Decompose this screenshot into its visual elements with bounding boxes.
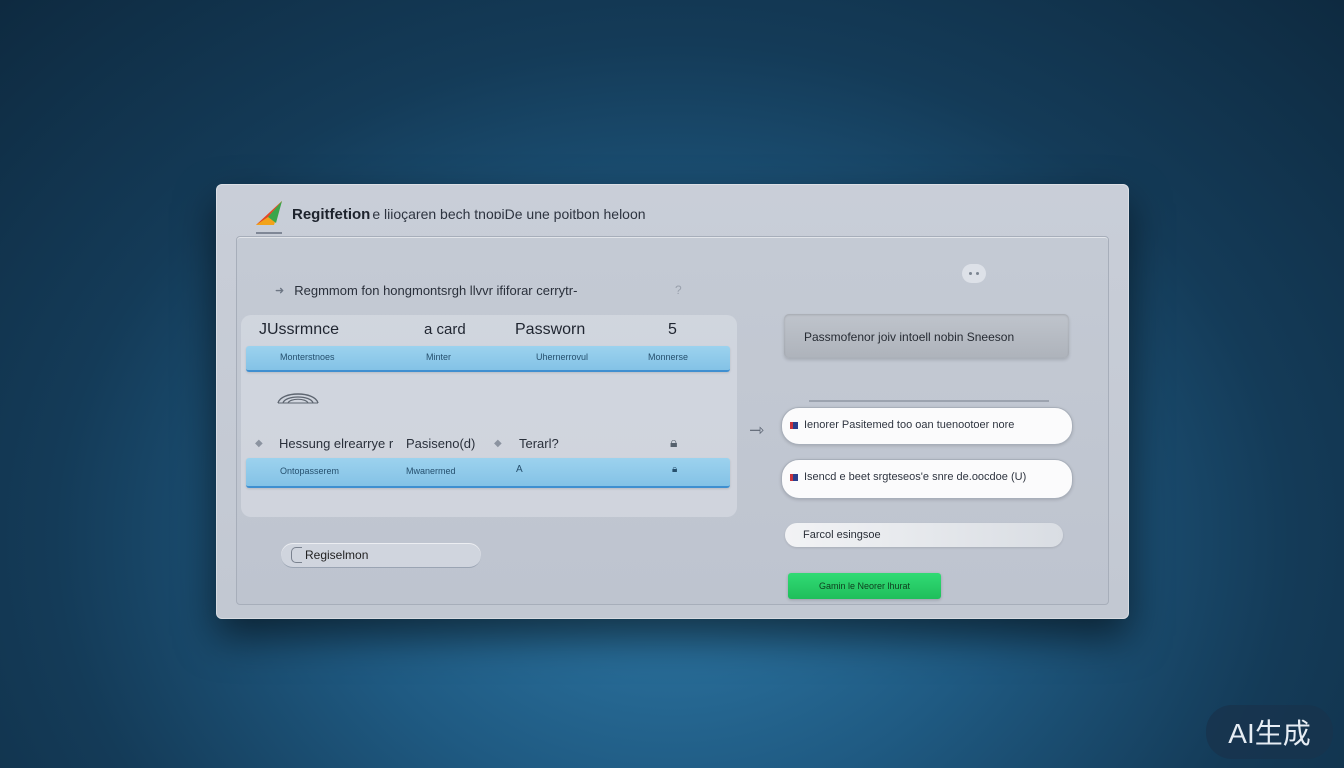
label-terms: Terarl? xyxy=(519,436,559,451)
flag-icon xyxy=(790,422,798,429)
app-subtitle: e liioçaren bech tnoɒiDe une poitbon hel… xyxy=(372,206,646,222)
ai-watermark: AI生成 xyxy=(1206,705,1333,759)
column-username: JUssrmnce xyxy=(259,321,340,338)
password-info-field[interactable]: Passmofenor joiv intoell nobin Sneeson xyxy=(784,314,1069,358)
row1-cell: Uhernerrovul xyxy=(536,352,589,362)
hint-mark: ? xyxy=(675,283,682,297)
row1-cell: Monterstnoes xyxy=(280,352,335,362)
message-field-text: Farcol esingsoe xyxy=(803,529,881,541)
label-messaging: Hessung elrearrye r xyxy=(279,436,394,451)
logo-underline xyxy=(256,232,282,234)
label-password: Pasiseno(d) xyxy=(406,436,476,451)
logo-icon xyxy=(256,201,282,225)
eye-icon: ◆ xyxy=(494,438,502,449)
lock-icon: 🔒︎ xyxy=(670,434,678,450)
app-title: Regitfetion xyxy=(292,205,371,223)
hint-row: ➜ Regmmom fon hongmontsrgh llvvr ififora… xyxy=(275,283,577,298)
row2-cell: Mwanermed xyxy=(406,466,456,476)
hint-text: Regmmom fon hongmontsrgh llvvr ififorar … xyxy=(294,283,578,298)
submit-button[interactable]: Gamin le Neorer lhurat xyxy=(788,573,941,599)
password-field-text: Ienorer Pasitemed too oan tuenootoer nor… xyxy=(804,419,1015,431)
main-panel: ➜ Regmmom fon hongmontsrgh llvvr ififora… xyxy=(236,236,1109,605)
column-card: a card xyxy=(424,321,466,338)
chat-icon[interactable] xyxy=(962,264,986,283)
arrow-right-icon: ➜ xyxy=(275,285,285,297)
flag-icon xyxy=(790,474,798,481)
column-password: Passworn xyxy=(515,321,586,338)
column-count: 5 xyxy=(668,321,677,338)
message-field[interactable]: Farcol esingsoe xyxy=(785,523,1063,547)
second-field-text: Isencd e beet srgteseos'e snre de.oocdoe… xyxy=(804,471,1027,483)
registration-window: Regitfetion e liioçaren bech tnoɒiDe une… xyxy=(216,184,1129,619)
submit-label: Gamin le Neorer lhurat xyxy=(818,581,911,591)
row1-cell: Monnerse xyxy=(648,352,689,362)
fingerprint-icon xyxy=(277,393,319,404)
register-button[interactable]: Regiselmon xyxy=(281,543,481,568)
register-label: Regiselmon xyxy=(305,548,369,562)
eye-icon: ◆ xyxy=(255,438,263,449)
second-field[interactable]: Isencd e beet srgteseos'e snre de.oocdoe… xyxy=(781,459,1073,499)
row2-cell: A xyxy=(516,464,523,475)
row2-cell: Ontopasserem xyxy=(280,466,340,476)
divider xyxy=(809,400,1049,402)
row1-cell: Minter xyxy=(426,352,452,362)
password-info-text: Passmofenor joiv intoell nobin Sneeson xyxy=(804,330,1015,344)
lock-icon: 🔒︎ xyxy=(672,464,678,475)
input-row-2[interactable]: Ontopasserem Mwanermed A 🔒︎ xyxy=(246,458,730,488)
title-bar: Regitfetion e liioçaren bech tnoɒiDe une… xyxy=(254,194,646,234)
arrow-right-icon: ⇾ xyxy=(749,420,765,440)
bracket-icon xyxy=(291,547,302,563)
password-field[interactable]: Ienorer Pasitemed too oan tuenootoer nor… xyxy=(781,407,1073,445)
input-row-1[interactable]: Monterstnoes Minter Uhernerrovul Monners… xyxy=(246,346,730,372)
